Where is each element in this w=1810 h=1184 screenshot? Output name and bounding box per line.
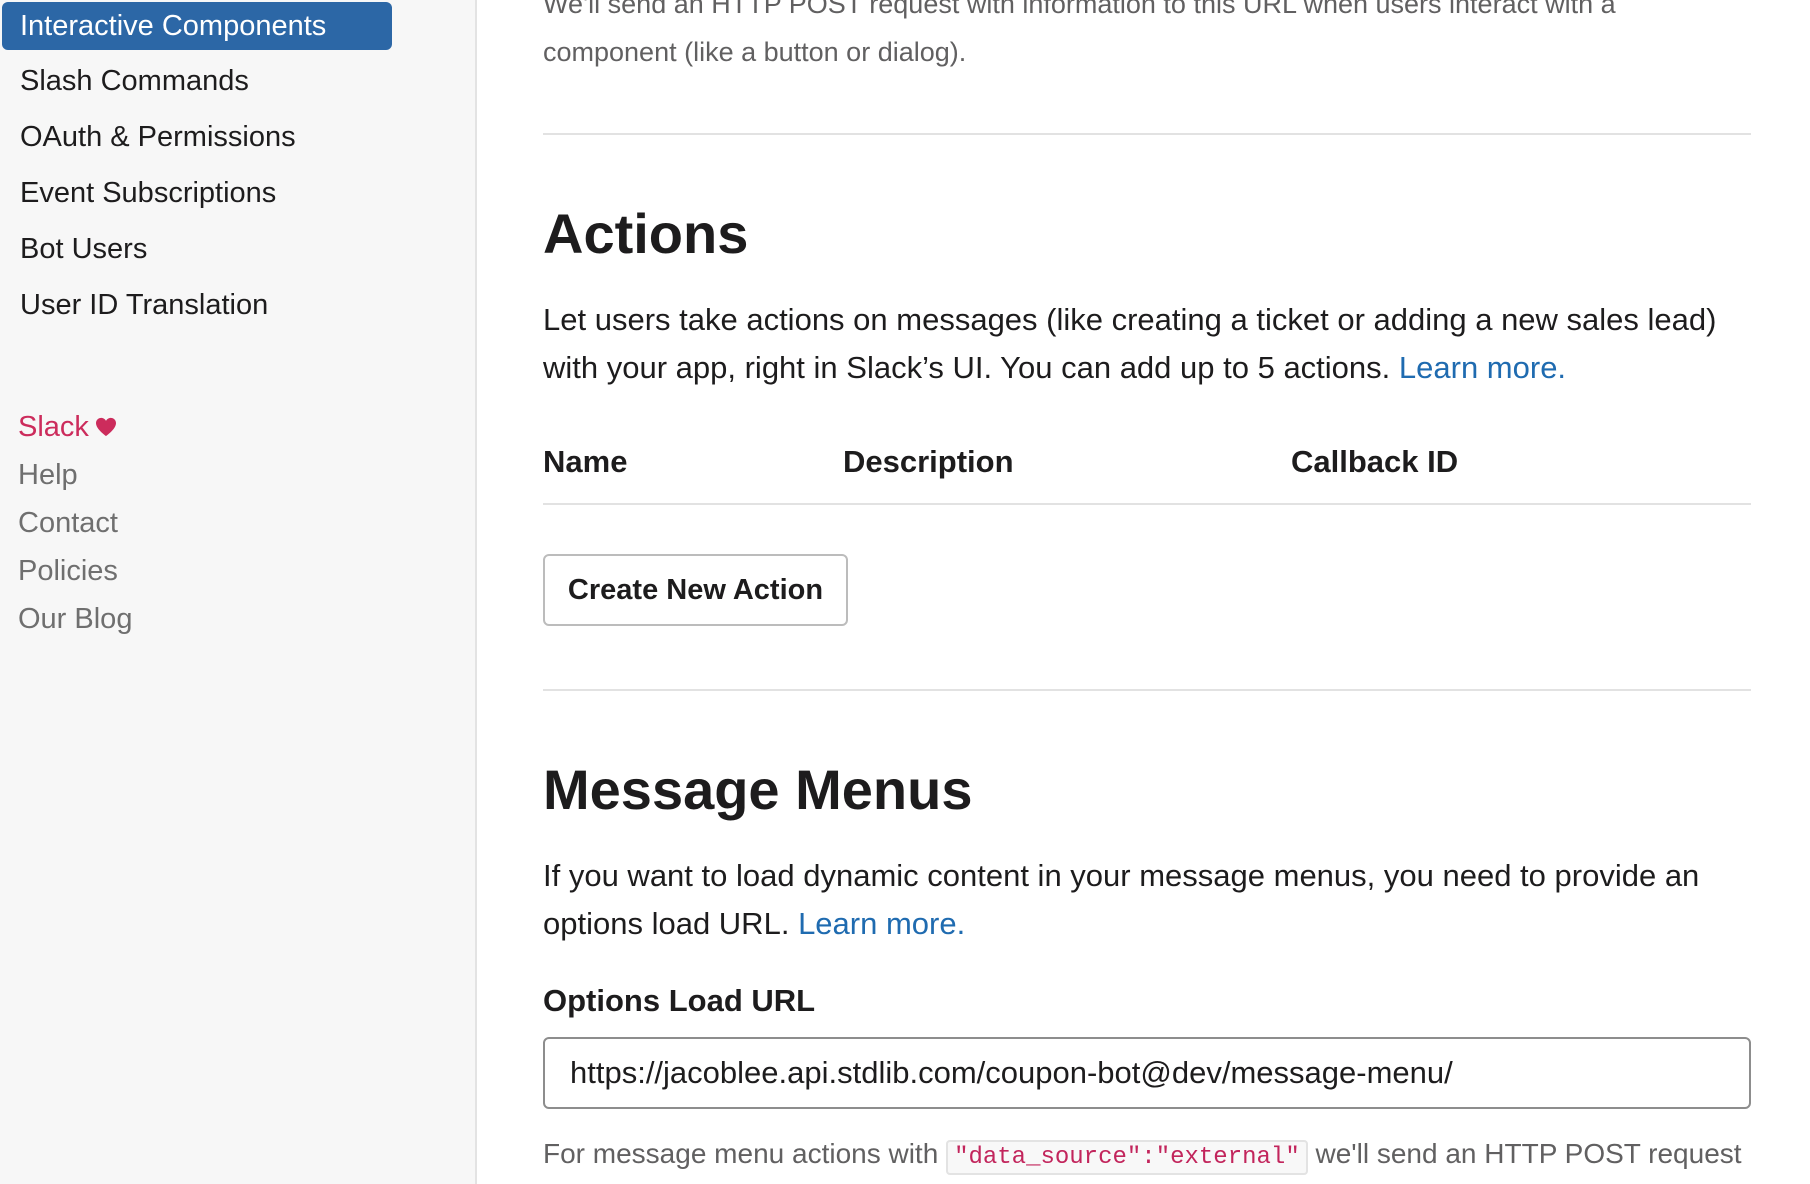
- message-menus-title: Message Menus: [543, 758, 973, 821]
- sidebar-item-bot-users[interactable]: Bot Users: [2, 225, 392, 273]
- footnote-suffix: we'll send an HTTP POST request: [1315, 1138, 1742, 1169]
- column-header-name: Name: [543, 444, 628, 479]
- sidebar-item-oauth-permissions[interactable]: OAuth & Permissions: [2, 113, 392, 161]
- actions-description: Let users take actions on messages (like…: [543, 296, 1751, 392]
- column-header-description: Description: [843, 444, 1014, 479]
- footer-link-blog[interactable]: Our Blog: [18, 595, 132, 643]
- request-url-help-text: We'll send an HTTP POST request with inf…: [543, 0, 1616, 76]
- sidebar-item-user-id-translation[interactable]: User ID Translation: [2, 281, 392, 329]
- sidebar: Interactive Components Slash Commands OA…: [0, 0, 477, 1184]
- message-menu-footnote: For message menu actions with "data_sour…: [543, 1138, 1742, 1175]
- sidebar-footer-links: Slack Help Contact Policies Our Blog: [18, 403, 132, 643]
- message-menus-learn-more-link[interactable]: Learn more.: [798, 906, 965, 941]
- footer-link-slack-label: Slack: [18, 411, 89, 443]
- actions-learn-more-link[interactable]: Learn more.: [1399, 350, 1566, 385]
- sidebar-item-slash-commands[interactable]: Slash Commands: [2, 57, 392, 105]
- message-menus-description: If you want to load dynamic content in y…: [543, 852, 1751, 948]
- footer-link-policies[interactable]: Policies: [18, 547, 132, 595]
- footer-link-help[interactable]: Help: [18, 451, 132, 499]
- message-menus-description-text: If you want to load dynamic content in y…: [543, 858, 1700, 941]
- options-load-url-label: Options Load URL: [543, 983, 816, 1018]
- section-divider: [543, 689, 1751, 691]
- create-new-action-button[interactable]: Create New Action: [543, 554, 848, 626]
- footer-link-contact[interactable]: Contact: [18, 499, 132, 547]
- section-divider: [543, 133, 1751, 135]
- data-source-code: "data_source":"external": [946, 1140, 1308, 1175]
- actions-title: Actions: [543, 202, 749, 265]
- request-url-help-line-1: We'll send an HTTP POST request with inf…: [543, 0, 1616, 19]
- sidebar-item-interactive-components[interactable]: Interactive Components: [2, 2, 392, 50]
- options-load-url-input[interactable]: [543, 1037, 1751, 1109]
- footer-link-slack[interactable]: Slack: [18, 403, 132, 451]
- table-header-divider: [543, 503, 1751, 505]
- footnote-prefix: For message menu actions with: [543, 1138, 939, 1169]
- column-header-callback-id: Callback ID: [1291, 444, 1459, 479]
- request-url-help-line-2: component (like a button or dialog).: [543, 37, 967, 67]
- main-content: We'll send an HTTP POST request with inf…: [543, 0, 1751, 1184]
- sidebar-item-event-subscriptions[interactable]: Event Subscriptions: [2, 169, 392, 217]
- heart-icon: [95, 404, 117, 452]
